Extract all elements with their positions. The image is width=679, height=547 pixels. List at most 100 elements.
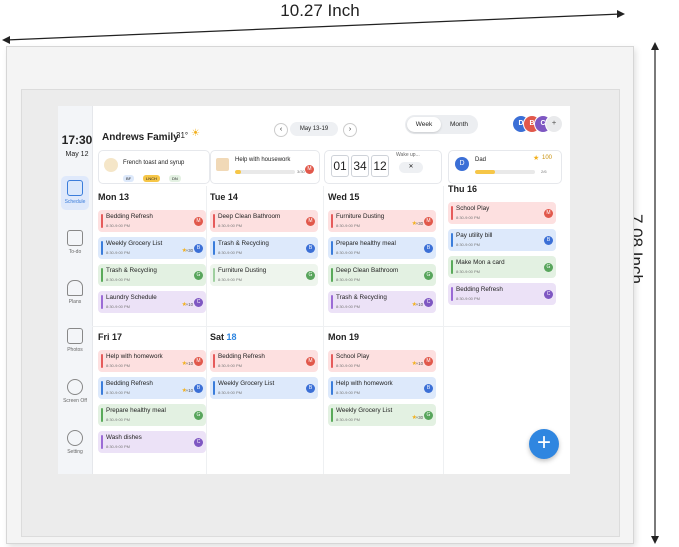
task-card[interactable]: Wash dishes 8:30-9:00 PM C xyxy=(98,431,206,453)
task-name: Deep Clean Bathroom xyxy=(336,267,399,274)
add-member-button[interactable]: + xyxy=(545,115,563,133)
task-name: Trash & Recycling xyxy=(218,240,269,247)
task-card[interactable]: Weekly Grocery List 8:30-9:00 PM ★ +30 G xyxy=(328,404,436,426)
day-label: Tue 14 xyxy=(210,192,238,202)
task-card[interactable]: Deep Clean Bathroom 8:30-9:00 PM M xyxy=(210,210,318,232)
chore-title: Help with housework xyxy=(235,157,291,163)
family-name: Andrews Family xyxy=(102,132,179,143)
task-name: School Play xyxy=(336,353,370,360)
meal-tag: LNCH xyxy=(143,175,160,182)
task-color-bar xyxy=(101,408,103,422)
task-card[interactable]: Bedding Refresh 8:30-9:00 PM C xyxy=(448,283,556,305)
day-name: Sat xyxy=(210,332,225,342)
task-name: Trash & Recycling xyxy=(336,294,387,301)
task-points: +30 xyxy=(415,221,423,226)
avatar: M xyxy=(306,217,315,226)
task-card[interactable]: Bedding Refresh 8:30-9:00 PM ★ +10 B xyxy=(98,377,206,399)
avatar: B xyxy=(194,384,203,393)
task-card[interactable]: Make Mon a card 8:30-9:00 PM G xyxy=(448,256,556,278)
task-time: 8:30-9:00 PM xyxy=(106,277,131,282)
timer-close-button[interactable]: ✕ xyxy=(399,162,423,173)
timer-hours: 01 xyxy=(331,155,349,177)
avatar: G xyxy=(424,271,433,280)
tab-week[interactable]: Week xyxy=(407,117,441,132)
settings-icon xyxy=(67,430,83,446)
house-icon xyxy=(216,158,229,171)
avatar: M xyxy=(305,165,314,174)
task-time: 8:30-9:00 PM xyxy=(218,223,243,228)
task-time: 8:30-9:00 PM xyxy=(336,363,361,368)
sidebar-item-screen-off[interactable]: Screen Off xyxy=(58,379,92,404)
task-time: 8:30-9:00 PM xyxy=(106,250,131,255)
task-color-bar xyxy=(451,206,453,220)
task-color-bar xyxy=(213,214,215,228)
task-card[interactable]: Laundry Schedule 8:30-9:00 PM ★ +10 C xyxy=(98,291,206,313)
task-card[interactable]: Trash & Recycling 8:30-9:00 PM G xyxy=(98,264,206,286)
avatar: D xyxy=(455,157,469,171)
member-progress-text: 2/6 xyxy=(541,169,547,174)
task-name: Weekly Grocery List xyxy=(106,240,163,247)
task-points: +10 xyxy=(415,302,423,307)
day-label: Mon 13 xyxy=(98,192,130,202)
plans-icon xyxy=(67,280,83,296)
photo-icon xyxy=(67,328,83,344)
task-card[interactable]: Deep Clean Bathroom 8:30-9:00 PM G xyxy=(328,264,436,286)
task-card[interactable]: Prepare healthy meal 8:30-9:00 PM G xyxy=(98,404,206,426)
sidebar-item-setting[interactable]: Setting xyxy=(58,430,92,455)
member-widget[interactable]: D Dad ★ 100 2/6 xyxy=(448,150,562,184)
sidebar-item-todo[interactable]: To-do xyxy=(58,230,92,255)
task-color-bar xyxy=(451,260,453,274)
task-name: Bedding Refresh xyxy=(106,213,153,220)
grid-divider xyxy=(92,326,570,327)
grid-divider xyxy=(323,186,324,474)
task-card[interactable]: Bedding Refresh 8:30-9:00 PM M xyxy=(210,350,318,372)
task-color-bar xyxy=(331,381,333,395)
task-color-bar xyxy=(213,268,215,282)
chore-widget[interactable]: Help with housework 3/30 M xyxy=(210,150,320,184)
task-name: Furniture Dusting xyxy=(218,267,267,274)
member-points: 100 xyxy=(542,155,553,161)
avatar: G xyxy=(424,411,433,420)
sidebar: 17:30 May 12 Schedule To-do Plans Photos… xyxy=(58,106,93,474)
task-points: +30 xyxy=(185,248,193,253)
task-time: 8:30-9:00 PM xyxy=(336,390,361,395)
task-card[interactable]: Furniture Dusting 8:30-9:00 PM ★ +30 M xyxy=(328,210,436,232)
temperature: 31° xyxy=(176,131,189,140)
task-name: Prepare healthy meal xyxy=(106,407,166,414)
sidebar-item-label: Photos xyxy=(67,347,83,353)
sidebar-item-plans[interactable]: Plans xyxy=(58,280,92,305)
task-card[interactable]: Weekly Grocery List 8:30-9:00 PM ★ +30 B xyxy=(98,237,206,259)
next-week-button[interactable]: › xyxy=(343,123,357,137)
meal-widget[interactable]: French toast and syrup BF LNCH DN xyxy=(98,150,210,184)
task-name: School Play xyxy=(456,205,490,212)
date-range[interactable]: May 13-19 xyxy=(290,122,338,136)
task-points: +30 xyxy=(415,415,423,420)
avatar: C xyxy=(424,298,433,307)
sidebar-item-schedule[interactable]: Schedule xyxy=(58,180,92,205)
task-card[interactable]: Pay utility bill 8:30-9:00 PM B xyxy=(448,229,556,251)
prev-week-button[interactable]: ‹ xyxy=(274,123,288,137)
task-card[interactable]: School Play 8:30-9:00 PM ★ +10 M xyxy=(328,350,436,372)
task-card[interactable]: Trash & Recycling 8:30-9:00 PM B xyxy=(210,237,318,259)
task-card[interactable]: Weekly Grocery List 8:30-9:00 PM B xyxy=(210,377,318,399)
sidebar-item-photos[interactable]: Photos xyxy=(58,328,92,353)
task-time: 8:30-9:00 PM xyxy=(336,223,361,228)
task-color-bar xyxy=(101,435,103,449)
task-card[interactable]: Prepare healthy meal 8:30-9:00 PM B xyxy=(328,237,436,259)
task-card[interactable]: Help with homework 8:30-9:00 PM B xyxy=(328,377,436,399)
chore-progress-bar xyxy=(235,170,295,174)
task-card[interactable]: School Play 8:30-9:00 PM M xyxy=(448,202,556,224)
task-card[interactable]: Help with homework 8:30-9:00 PM ★ +10 M xyxy=(98,350,206,372)
header: Andrews Family 31° ☀ ‹ May 13-19 › Week … xyxy=(92,106,570,150)
task-card[interactable]: Bedding Refresh 8:30-9:00 PM M xyxy=(98,210,206,232)
task-time: 8:30-9:00 PM xyxy=(218,390,243,395)
add-event-button[interactable]: + xyxy=(529,429,559,459)
avatar: G xyxy=(194,271,203,280)
task-name: Furniture Dusting xyxy=(336,213,385,220)
task-card[interactable]: Trash & Recycling 8:30-9:00 PM ★ +10 C xyxy=(328,291,436,313)
task-time: 8:30-9:00 PM xyxy=(218,277,243,282)
tab-month[interactable]: Month xyxy=(442,117,476,132)
task-color-bar xyxy=(331,354,333,368)
clock-time: 17:30 xyxy=(61,133,93,147)
task-card[interactable]: Furniture Dusting 8:30-9:00 PM G xyxy=(210,264,318,286)
